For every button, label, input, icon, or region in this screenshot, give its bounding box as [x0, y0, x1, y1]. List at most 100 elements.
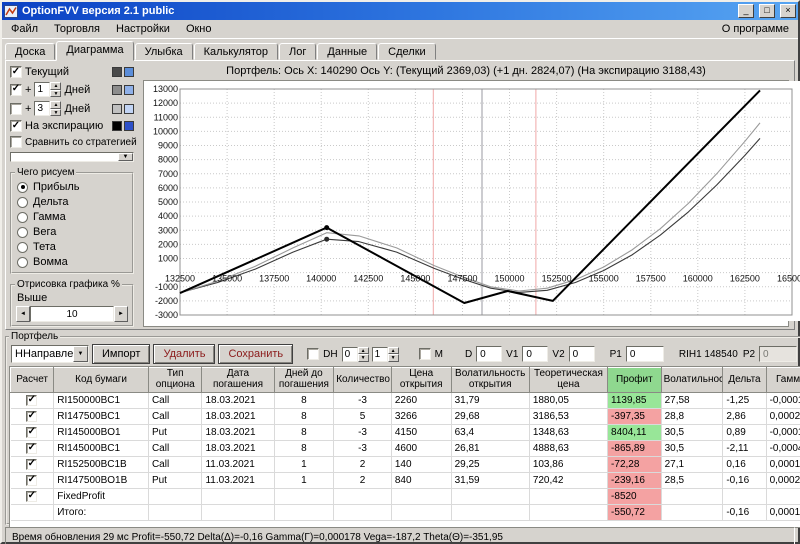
tab[interactable]: Сделки [378, 43, 436, 60]
row-checkbox[interactable]: ✓ [26, 427, 37, 438]
current-line-color-swatch[interactable] [112, 67, 122, 77]
current-checkbox[interactable]: ✓ [10, 66, 22, 78]
cell-vol: 30,5 [661, 441, 723, 457]
draw-option[interactable]: Гамма [15, 209, 129, 224]
spin-up-icon[interactable]: ▲ [50, 82, 61, 90]
check-icon: ✓ [12, 84, 20, 94]
cell-theo_price: 1880,05 [529, 393, 607, 409]
draw-option[interactable]: Прибыль [15, 179, 129, 194]
plus3-checkbox[interactable]: ✓ [10, 103, 22, 115]
row-checkbox[interactable]: ✓ [26, 411, 37, 422]
cell-days [274, 489, 334, 505]
column-header-qty[interactable]: Количество [334, 368, 392, 393]
p2-input[interactable]: 0 [759, 346, 797, 362]
maximize-button[interactable]: □ [759, 4, 775, 18]
column-header-profit[interactable]: Профит [608, 368, 662, 393]
delete-button[interactable]: Удалить [153, 344, 215, 364]
plus3-line-color-swatch[interactable] [112, 104, 122, 114]
m-checkbox[interactable]: ✓ [419, 348, 431, 360]
draw-option[interactable]: Вомма [15, 254, 129, 269]
chevron-down-icon[interactable]: ▼ [118, 153, 133, 161]
close-button[interactable]: × [780, 4, 796, 18]
spin-down-icon[interactable]: ▼ [358, 354, 369, 362]
expiration-line-color-swatch[interactable] [112, 121, 122, 131]
column-header-opt_type[interactable]: Тип опциона [148, 368, 202, 393]
v2-input[interactable]: 0 [569, 346, 595, 362]
row-checkbox[interactable]: ✓ [26, 459, 37, 470]
tab[interactable]: Данные [317, 43, 377, 60]
spin-right-icon[interactable]: ► [114, 306, 128, 322]
spin-up-icon[interactable]: ▲ [50, 101, 61, 109]
cell-opt_type: Put [148, 425, 202, 441]
plus3-days-spinner[interactable]: 3 ▲▼ [34, 101, 61, 116]
draw-option[interactable]: Тета [15, 239, 129, 254]
tab[interactable]: Диаграмма [56, 41, 133, 61]
draw-option[interactable]: Дельта [15, 194, 129, 209]
tab[interactable]: Доска [5, 43, 55, 60]
cell-calc: ✓ [11, 441, 54, 457]
plus1-days-spinner[interactable]: 1 ▲▼ [34, 82, 61, 97]
menu-item[interactable]: Торговля [46, 20, 108, 38]
row-checkbox[interactable]: ✓ [26, 443, 37, 454]
v1-input[interactable]: 0 [522, 346, 548, 362]
svg-text:165000: 165000 [777, 274, 800, 284]
row-checkbox[interactable]: ✓ [26, 491, 37, 502]
direction-combobox[interactable]: ННаправле ▼ [11, 345, 89, 363]
render-percent-spinner[interactable]: ◄ 10 ► [16, 306, 128, 322]
column-header-gamma[interactable]: Гамма [766, 368, 800, 393]
menu-item[interactable]: Настройки [108, 20, 178, 38]
plus1-checkbox[interactable]: ✓ [10, 84, 22, 96]
menu-item[interactable]: Окно [178, 20, 220, 38]
table-row: ✓RI150000BC1Call18.03.20218-3226031,7918… [11, 393, 800, 409]
chevron-down-icon[interactable]: ▼ [73, 346, 88, 362]
plus1-line-color-swatch[interactable] [112, 85, 122, 95]
plus1-alt-color-swatch[interactable] [124, 85, 134, 95]
column-header-open_price[interactable]: Цена открытия [391, 368, 451, 393]
tab[interactable]: Улыбка [135, 43, 193, 60]
minimize-button[interactable]: _ [738, 4, 754, 18]
chart-canvas[interactable]: -3000-2000-10001000200030004000500060007… [143, 80, 789, 327]
expiration-checkbox[interactable]: ✓ [10, 120, 22, 132]
menu-item[interactable]: Файл [3, 20, 46, 38]
profit-chart[interactable]: -3000-2000-10001000200030004000500060007… [144, 81, 800, 321]
spin-left-icon[interactable]: ◄ [16, 306, 30, 322]
dh-checkbox[interactable]: ✓ [307, 348, 319, 360]
cell-vol [661, 489, 723, 505]
tab[interactable]: Калькулятор [194, 43, 278, 60]
spin-down-icon[interactable]: ▼ [50, 109, 61, 117]
column-header-maturity[interactable]: Дата погашения [202, 368, 274, 393]
spin-down-icon[interactable]: ▼ [50, 90, 61, 98]
menu-item-about[interactable]: О программе [714, 20, 797, 38]
cell-open_vol [451, 505, 529, 521]
chart-header: Портфель: Ось X: 140290 Ось Y: (Текущий … [143, 64, 789, 80]
column-header-open_vol[interactable]: Волатильность открытия [451, 368, 529, 393]
dh-spinner-2[interactable]: 1 ▲▼ [372, 347, 399, 362]
draw-option[interactable]: Вега [15, 224, 129, 239]
plus3-alt-color-swatch[interactable] [124, 104, 134, 114]
cell-calc: ✓ [11, 409, 54, 425]
d-input[interactable]: 0 [476, 346, 502, 362]
spin-up-icon[interactable]: ▲ [358, 347, 369, 355]
column-header-checked[interactable]: Расчет [11, 368, 54, 393]
column-header-vol[interactable]: Волатильность [661, 368, 723, 393]
spin-up-icon[interactable]: ▲ [388, 347, 399, 355]
column-header-days[interactable]: Дней до погашения [274, 368, 334, 393]
draw-what-group: Чего рисуем ПрибыльДельтаГаммаВегаТетаВо… [10, 167, 134, 274]
spin-down-icon[interactable]: ▼ [388, 354, 399, 362]
compare-strategy-checkbox[interactable]: ✓ [10, 136, 22, 148]
row-checkbox[interactable]: ✓ [26, 395, 37, 406]
column-header-code[interactable]: Код бумаги [54, 368, 149, 393]
strategy-combobox[interactable]: ▼ [10, 152, 134, 162]
column-header-theo_price[interactable]: Теоретическая цена [529, 368, 607, 393]
column-header-delta[interactable]: Дельта [723, 368, 766, 393]
current-alt-color-swatch[interactable] [124, 67, 134, 77]
import-button[interactable]: Импорт [92, 344, 150, 364]
p1-input[interactable]: 0 [626, 346, 664, 362]
cell-maturity [202, 489, 274, 505]
dh-spinner-1[interactable]: 0 ▲▼ [342, 347, 369, 362]
row-checkbox[interactable]: ✓ [26, 475, 37, 486]
expiration-alt-color-swatch[interactable] [124, 121, 134, 131]
save-button[interactable]: Сохранить [218, 344, 293, 364]
title-bar[interactable]: OptionFVV версия 2.1 public _ □ × [2, 2, 798, 20]
tab[interactable]: Лог [279, 43, 316, 60]
